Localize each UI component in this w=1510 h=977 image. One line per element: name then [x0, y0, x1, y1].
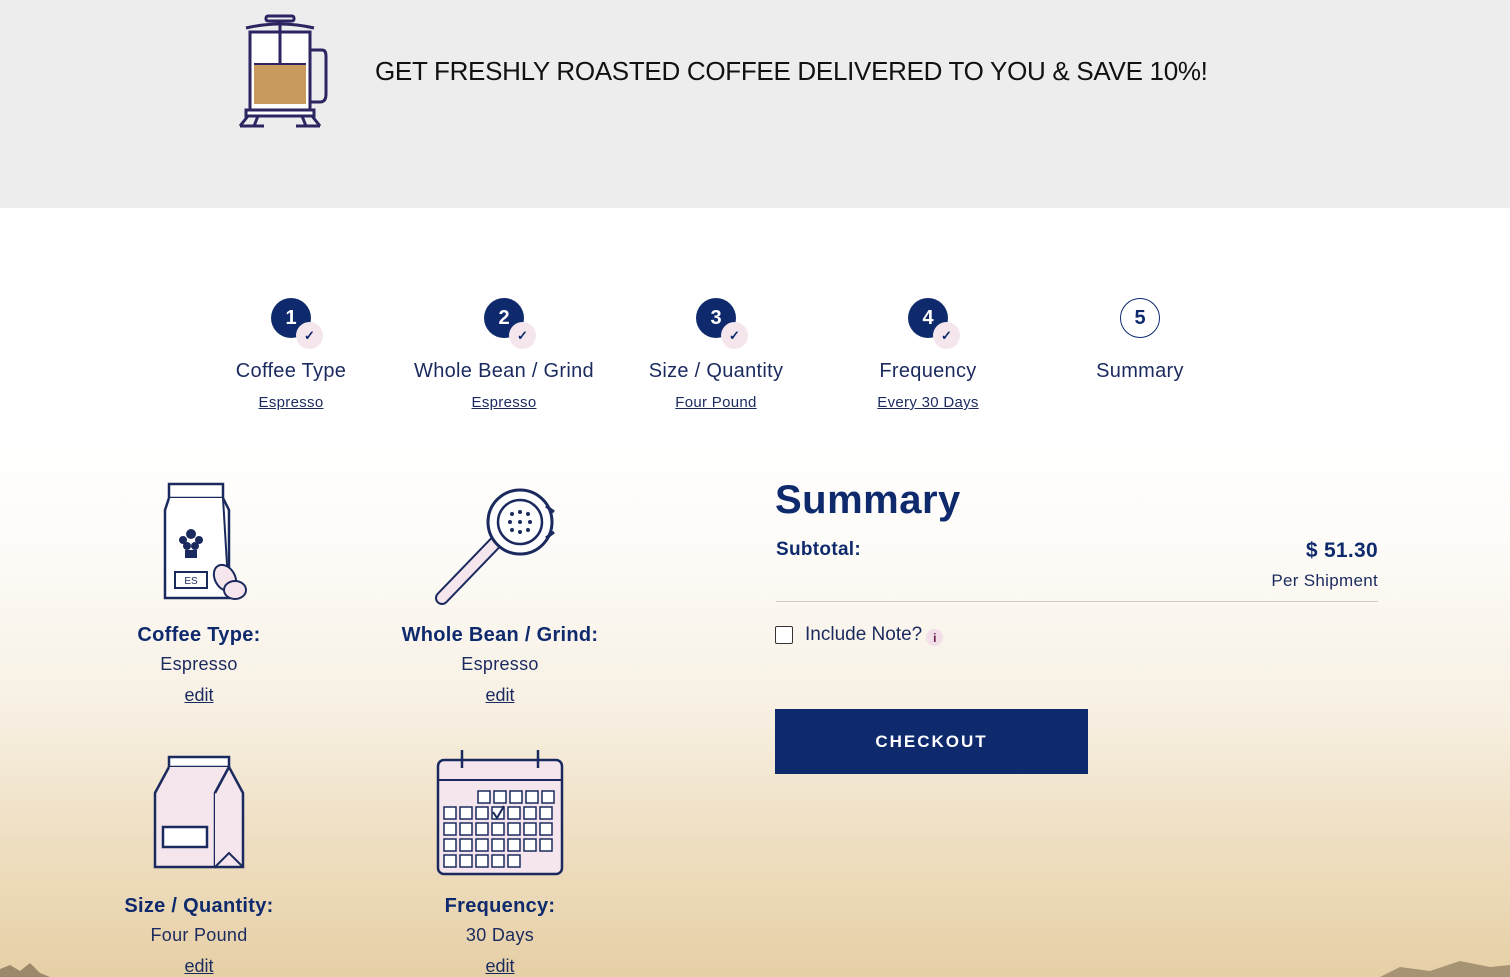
step-selection-link[interactable]: Espresso	[394, 394, 614, 411]
coffee-bag-icon: ES	[163, 482, 247, 600]
french-press-icon	[238, 14, 328, 128]
info-icon[interactable]: i	[926, 629, 944, 646]
step-selection-link[interactable]: Espresso	[181, 394, 401, 411]
portafilter-icon	[435, 488, 555, 605]
checkmark-icon: ✓	[296, 322, 323, 349]
bag-label: ES	[184, 576, 198, 587]
checkout-button[interactable]: CHECKOUT	[775, 709, 1088, 774]
divider	[776, 601, 1378, 602]
banner-headline: GET FRESHLY ROASTED COFFEE DELIVERED TO …	[375, 56, 1208, 86]
step-selection-link[interactable]: Four Pound	[606, 394, 826, 411]
selection-tile-size: Size / Quantity: Four Pound edit	[79, 753, 319, 976]
builder-section: 1 ✓ Coffee Type Espresso 2 ✓ Whole Bean …	[0, 208, 1510, 977]
tile-value: Espresso	[160, 654, 238, 674]
selection-tile-grind: Whole Bean / Grind: Espresso edit	[380, 480, 620, 705]
include-note-option[interactable]: Include Note? i	[775, 623, 944, 646]
tile-value: Espresso	[461, 654, 539, 674]
step-grind[interactable]: 2 ✓ Whole Bean / Grind Espresso	[394, 298, 614, 418]
step-label: Size / Quantity	[648, 360, 784, 382]
step-size-quantity[interactable]: 3 ✓ Size / Quantity Four Pound	[606, 298, 826, 418]
edit-link[interactable]: edit	[79, 685, 319, 706]
tile-title: Coffee Type:	[137, 624, 261, 646]
step-summary[interactable]: 5 Summary	[1030, 298, 1250, 418]
step-label: Whole Bean / Grind	[414, 360, 594, 382]
checkmark-icon: ✓	[509, 322, 536, 349]
per-shipment-label: Per Shipment	[1271, 571, 1378, 590]
tile-value: 30 Days	[465, 925, 535, 945]
promo-banner: GET FRESHLY ROASTED COFFEE DELIVERED TO …	[0, 0, 1510, 208]
step-label: Frequency	[879, 360, 977, 382]
tile-value: Four Pound	[150, 925, 248, 945]
include-note-label[interactable]: Include Note?	[805, 624, 922, 646]
summary-heading: Summary	[775, 478, 961, 522]
checkmark-icon: ✓	[721, 322, 748, 349]
tile-title: Frequency:	[444, 895, 556, 917]
step-selection-link[interactable]: Every 30 Days	[818, 394, 1038, 411]
step-number: 5	[1120, 298, 1160, 338]
subtotal-label: Subtotal:	[776, 539, 862, 560]
selection-tile-coffee-type: ES Coffee Type: Espresso edit	[79, 480, 319, 705]
step-label: Summary	[1096, 360, 1184, 382]
step-label: Coffee Type	[235, 360, 347, 382]
landscape-decoration	[0, 961, 1510, 977]
selection-tile-frequency: Frequency: 30 Days edit	[380, 748, 620, 976]
subtotal-price: $ 51.30	[1305, 539, 1378, 562]
edit-link[interactable]: edit	[380, 685, 620, 706]
tile-title: Size / Quantity:	[124, 895, 274, 917]
tile-title: Whole Bean / Grind:	[401, 624, 599, 646]
step-frequency[interactable]: 4 ✓ Frequency Every 30 Days	[818, 298, 1038, 418]
bag-icon	[153, 755, 245, 869]
calendar-icon	[436, 750, 564, 876]
checkmark-icon: ✓	[933, 322, 960, 349]
step-coffee-type[interactable]: 1 ✓ Coffee Type Espresso	[181, 298, 401, 418]
include-note-checkbox[interactable]	[775, 625, 793, 644]
